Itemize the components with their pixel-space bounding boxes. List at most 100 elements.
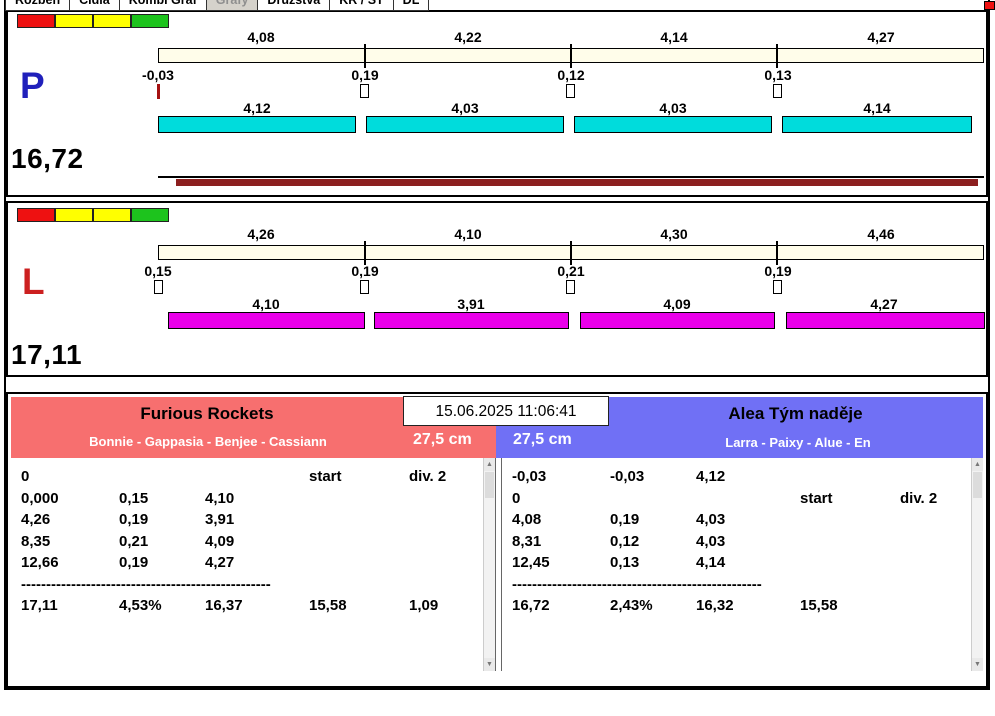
status-light-3 [93,208,131,222]
result-cell: 0 [21,468,30,485]
result-row: 4,26 0,19 3,91 [21,509,483,531]
segment-time-bar: 4,03 [451,100,479,116]
result-cell [119,466,205,488]
result-cell: 8,35 [21,532,51,550]
result-rows-right: -0,03 -0,03 4,12 0 start div. 2 4,08 0,19 4,03 8,… [502,458,971,617]
result-row: 12,45 0,13 4,14 [512,552,971,574]
result-cell [800,509,900,531]
time-scale-bar [158,241,984,265]
segment-time-top: 4,30 [660,226,688,242]
result-cell [309,488,409,510]
result-cell: 0 [512,489,521,507]
tab-kombi-graf[interactable]: Kombi Graf [118,0,207,11]
result-cell [800,466,900,488]
result-cell: 0,19 [610,511,640,528]
exchange-marker [360,280,369,294]
segment-bar [168,312,365,329]
scrollbar-left[interactable]: ▲ ▼ [483,458,495,671]
lane-letter-l: L [22,261,45,302]
result-cell [409,531,483,553]
result-cell: 0,000 [21,489,59,507]
exchange-marker [566,280,575,294]
result-cell: 0,15 [119,489,149,507]
result-cell: 17,11 [21,597,58,614]
segment-time-top: 4,14 [660,29,688,45]
tab-bar: Rozbeh Cidla Kombi Graf Grafy Družstva K… [5,0,430,11]
lane-panel-p: 4,08 4,22 4,14 4,27 -0,03 0,19 0,12 0,13… [6,10,988,197]
scroll-down-icon[interactable]: ▼ [484,658,495,671]
result-cell: 4,26 [21,511,51,528]
result-cell: 16,32 [696,597,734,614]
separator-row: ----------------------------------------… [21,575,271,593]
segment-time-bar: 4,03 [659,100,687,116]
finish-progress-bar [176,179,978,186]
scrollbar-thumb[interactable] [973,472,982,498]
lane-letter-p: P [20,65,45,106]
lane-total-time: 16,72 [11,143,84,174]
segment-time-top: 4,10 [454,226,482,242]
segment-time-top: 4,22 [454,29,482,45]
result-cell: 16,72 [512,597,550,614]
result-row: 17,11 4,53% 16,37 15,58 1,09 [21,595,483,617]
result-cell: 0,19 [119,511,149,528]
tab-dl[interactable]: DL [392,0,430,11]
scale-tick [570,241,572,265]
result-row: 16,72 2,43% 16,32 15,58 [512,595,971,617]
exchange-marker [566,84,575,98]
segment-time-top: 4,26 [247,226,275,242]
tab-grafy[interactable]: Grafy [205,0,259,11]
result-cell: 8,31 [512,532,542,550]
scroll-down-icon[interactable]: ▼ [972,658,983,671]
result-text-left[interactable]: 0 start div. 2 0,000 0,15 4,10 4,26 0,19 3,91 8,3… [11,458,496,671]
result-cell: 0,19 [119,554,149,571]
result-cell: 15,58 [800,597,838,614]
segment-time-top: 4,08 [247,29,275,45]
result-cell [309,509,409,531]
segment-bar [158,116,356,133]
tab-cidla[interactable]: Cidla [69,0,120,11]
scrollbar-right[interactable]: ▲ ▼ [971,458,983,671]
result-cell: start [800,489,833,507]
team-name-right: Alea Tým naděje [728,404,863,423]
scroll-up-icon[interactable]: ▲ [972,458,983,471]
exchange-time: 0,19 [764,263,792,279]
result-row: 0,000 0,15 4,10 [21,488,483,510]
tab-druzstva[interactable]: Družstva [257,0,331,11]
segment-time-bar: 4,12 [243,100,271,116]
result-row: 0 start div. 2 [21,466,483,488]
result-cell: 4,09 [205,532,235,550]
start-marker [157,84,160,99]
result-cell: 12,45 [512,554,550,571]
exchange-time: 0,13 [764,67,792,83]
time-scale-bar [158,44,984,68]
lane-panel-l: 4,26 4,10 4,30 4,46 0,15 0,19 0,21 0,19 … [6,201,988,377]
status-lights [17,208,169,222]
result-cell [409,509,483,531]
result-row: 8,31 0,12 4,03 [512,531,971,553]
segment-time-bar: 4,27 [870,296,898,312]
segment-time-bar: 4,14 [863,100,891,116]
scroll-up-icon[interactable]: ▲ [484,458,495,471]
scale-tick [364,241,366,265]
window-corner-marker [984,1,995,10]
result-cell: start [309,468,342,485]
result-row: 12,66 0,19 4,27 [21,552,483,574]
result-text-right[interactable]: -0,03 -0,03 4,12 0 start div. 2 4,08 0,19 4,03 8,… [501,458,983,671]
exchange-marker [773,280,782,294]
scale-tick [776,241,778,265]
result-cell [205,466,309,488]
result-rows-left: 0 start div. 2 0,000 0,15 4,10 4,26 0,19 3,91 8,3… [11,458,483,617]
result-cell: 4,53% [119,597,162,614]
result-cell: 4,08 [512,511,542,528]
exchange-time: -0,03 [142,67,174,83]
result-cell: div. 2 [900,489,938,507]
result-cell: 0,21 [119,532,149,550]
tab-rozbeh[interactable]: Rozbeh [5,0,71,11]
result-cell: 4,10 [205,489,235,507]
scrollbar-thumb[interactable] [485,472,494,498]
tab-kr-st[interactable]: KR / ST [329,0,394,11]
team-name-left: Furious Rockets [140,404,274,423]
result-cell: 4,03 [696,511,726,528]
status-lights [17,14,169,28]
exchange-time: 0,21 [557,263,585,279]
